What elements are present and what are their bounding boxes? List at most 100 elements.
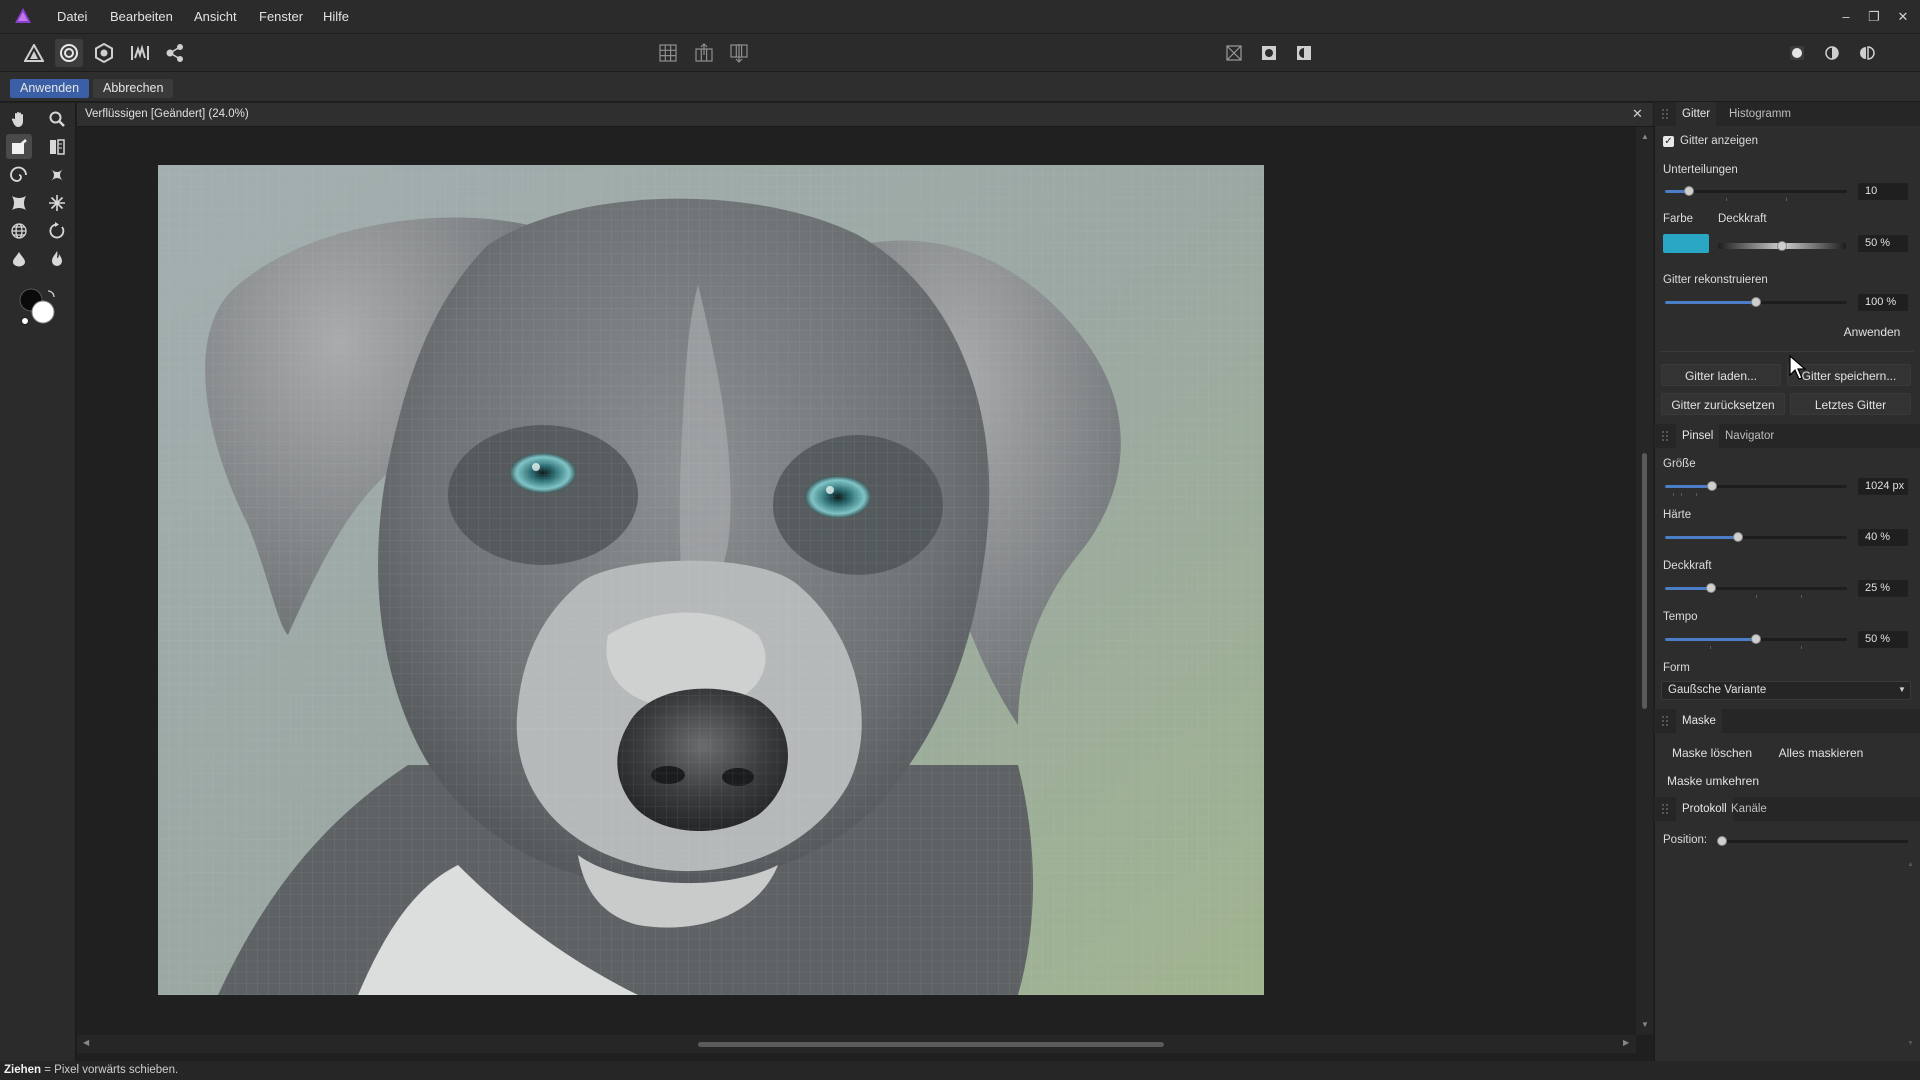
hand-tool-icon[interactable] (6, 106, 32, 131)
slider-knob[interactable] (1777, 241, 1787, 251)
horizontal-scroll-thumb[interactable] (698, 1042, 1164, 1047)
zoom-tool-icon[interactable] (44, 106, 70, 131)
grip-icon[interactable] (1662, 431, 1668, 441)
turbulence-tool-icon[interactable] (44, 190, 70, 215)
freeze-tool-icon[interactable] (6, 246, 32, 271)
restore-icon[interactable]: ❐ (1864, 7, 1884, 27)
brush-size-slider[interactable] (1665, 481, 1847, 496)
slider-knob[interactable] (1732, 532, 1743, 542)
mask-on-icon[interactable] (1255, 39, 1283, 67)
status-text: = Pixel vorwärts schieben. (41, 1064, 179, 1076)
tab-navigator[interactable]: Navigator (1725, 424, 1774, 448)
slider-fill (1665, 485, 1713, 488)
tone-mapping-persona-icon[interactable] (126, 39, 154, 67)
menu-datei[interactable]: Datei (57, 0, 87, 34)
hardness-value[interactable]: 40 % (1858, 529, 1908, 546)
tab-gitter[interactable]: Gitter (1676, 102, 1717, 126)
last-grid-button[interactable]: Letztes Gitter (1790, 393, 1911, 415)
hardness-slider[interactable] (1665, 532, 1847, 542)
menu-bearbeiten[interactable]: Bearbeiten (110, 0, 173, 34)
view-mirror-icon[interactable] (1853, 39, 1881, 67)
menu-hilfe[interactable]: Hilfe (323, 0, 349, 34)
brush-opacity-slider[interactable] (1665, 583, 1847, 598)
twirl-tool-icon[interactable] (6, 162, 32, 187)
view-split-icon[interactable] (1818, 39, 1846, 67)
scroll-right-icon[interactable]: ▶ (1623, 1038, 1629, 1047)
invert-mask-icon[interactable] (1290, 39, 1318, 67)
dog-photo[interactable] (158, 165, 1264, 995)
grid-icon[interactable] (654, 39, 682, 67)
history-position-slider[interactable] (1717, 836, 1908, 846)
tab-kanaele[interactable]: Kanäle (1731, 797, 1767, 821)
color-label: Farbe (1663, 213, 1694, 225)
speed-value[interactable]: 50 % (1858, 631, 1908, 648)
export-persona-icon[interactable] (161, 39, 189, 67)
slider-fill (1665, 536, 1738, 539)
thaw-tool-icon[interactable] (44, 246, 70, 271)
grip-icon[interactable] (1662, 716, 1668, 726)
load-grid-button[interactable]: Gitter laden... (1661, 364, 1781, 386)
tab-pinsel[interactable]: Pinsel (1676, 424, 1720, 448)
reconstruct-value[interactable]: 100 % (1858, 294, 1908, 311)
mask-all-button[interactable]: Alles maskieren (1771, 741, 1871, 763)
minimize-icon[interactable]: – (1836, 7, 1856, 27)
brush-opacity-value[interactable]: 25 % (1858, 580, 1908, 597)
tab-protokoll[interactable]: Protokoll (1676, 797, 1733, 821)
grid-opacity-slider[interactable] (1718, 241, 1846, 251)
photo-persona-icon[interactable] (20, 39, 48, 67)
subdivisions-value[interactable]: 10 (1858, 183, 1908, 200)
primary-secondary-color-icon[interactable] (18, 287, 58, 327)
cancel-button[interactable]: Abbrechen (93, 79, 174, 98)
scroll-down-icon[interactable]: ▼ (1641, 1020, 1649, 1029)
mask-panel-title: Maske (1676, 709, 1722, 733)
affinity-photo-logo[interactable] (14, 7, 32, 25)
panel-scroll-down-icon[interactable]: ▼ (1907, 1040, 1914, 1047)
vertical-scroll-thumb[interactable] (1642, 453, 1647, 709)
speed-slider[interactable] (1665, 634, 1847, 649)
panel-scroll-up-icon[interactable]: ▲ (1907, 861, 1914, 868)
menu-ansicht[interactable]: Ansicht (194, 0, 237, 34)
mask-off-icon[interactable] (1220, 39, 1248, 67)
mesh-clone-tool-icon[interactable] (6, 218, 32, 243)
grip-icon[interactable] (1662, 804, 1668, 814)
brush-size-value[interactable]: 1024 px (1858, 478, 1908, 495)
reconstruct-tool-icon[interactable] (44, 218, 70, 243)
subdivisions-slider[interactable] (1665, 186, 1847, 201)
close-window-icon[interactable]: ✕ (1893, 7, 1913, 27)
grid-opacity-value[interactable]: 50 % (1858, 235, 1908, 252)
slider-knob[interactable] (1751, 634, 1761, 644)
document-tab[interactable]: Verflüssigen [Geändert] (24.0%) ✕ (77, 103, 1653, 127)
tab-histogramm[interactable]: Histogramm (1729, 102, 1791, 126)
view-single-icon[interactable] (1783, 39, 1811, 67)
push-left-tool-icon[interactable] (44, 134, 70, 159)
apply-button[interactable]: Anwenden (10, 79, 90, 98)
punch-tool-icon[interactable] (6, 190, 32, 215)
slider-knob[interactable] (1717, 836, 1727, 846)
invert-mask-button[interactable]: Maske umkehren (1661, 769, 1765, 791)
slider-knob[interactable] (1751, 297, 1761, 307)
grid-collapse-icon[interactable] (725, 39, 753, 67)
scroll-left-icon[interactable]: ◀ (83, 1038, 89, 1047)
menu-fenster[interactable]: Fenster (259, 0, 303, 34)
scroll-up-icon[interactable]: ▲ (1641, 132, 1649, 141)
grip-icon[interactable] (1662, 109, 1668, 119)
form-dropdown[interactable]: Gaußsche Variante ▼ (1661, 681, 1911, 700)
pinch-tool-icon[interactable] (44, 162, 70, 187)
reconstruct-slider[interactable] (1665, 297, 1847, 307)
clear-mask-button[interactable]: Maske löschen (1661, 741, 1763, 763)
vertical-scrollbar[interactable]: ▲ ▼ (1636, 127, 1653, 1035)
slider-knob[interactable] (1705, 583, 1716, 593)
slider-tick (1673, 493, 1674, 496)
horizontal-scrollbar[interactable]: ◀ ▶ (77, 1035, 1636, 1053)
show-grid-checkbox[interactable]: ✓ (1663, 136, 1674, 147)
liquify-persona-icon[interactable] (55, 39, 83, 67)
grid-panel-header: Gitter Histogramm (1654, 102, 1920, 126)
close-icon[interactable]: ✕ (1632, 106, 1643, 122)
grid-color-swatch[interactable] (1663, 234, 1709, 253)
push-forward-tool-icon[interactable] (6, 134, 32, 159)
reset-grid-button[interactable]: Gitter zurücksetzen (1661, 393, 1785, 415)
reconstruct-apply-button[interactable]: Anwenden (1834, 320, 1910, 342)
develop-persona-icon[interactable] (90, 39, 118, 67)
grid-expand-icon[interactable] (690, 39, 718, 67)
slider-knob[interactable] (1683, 186, 1694, 196)
